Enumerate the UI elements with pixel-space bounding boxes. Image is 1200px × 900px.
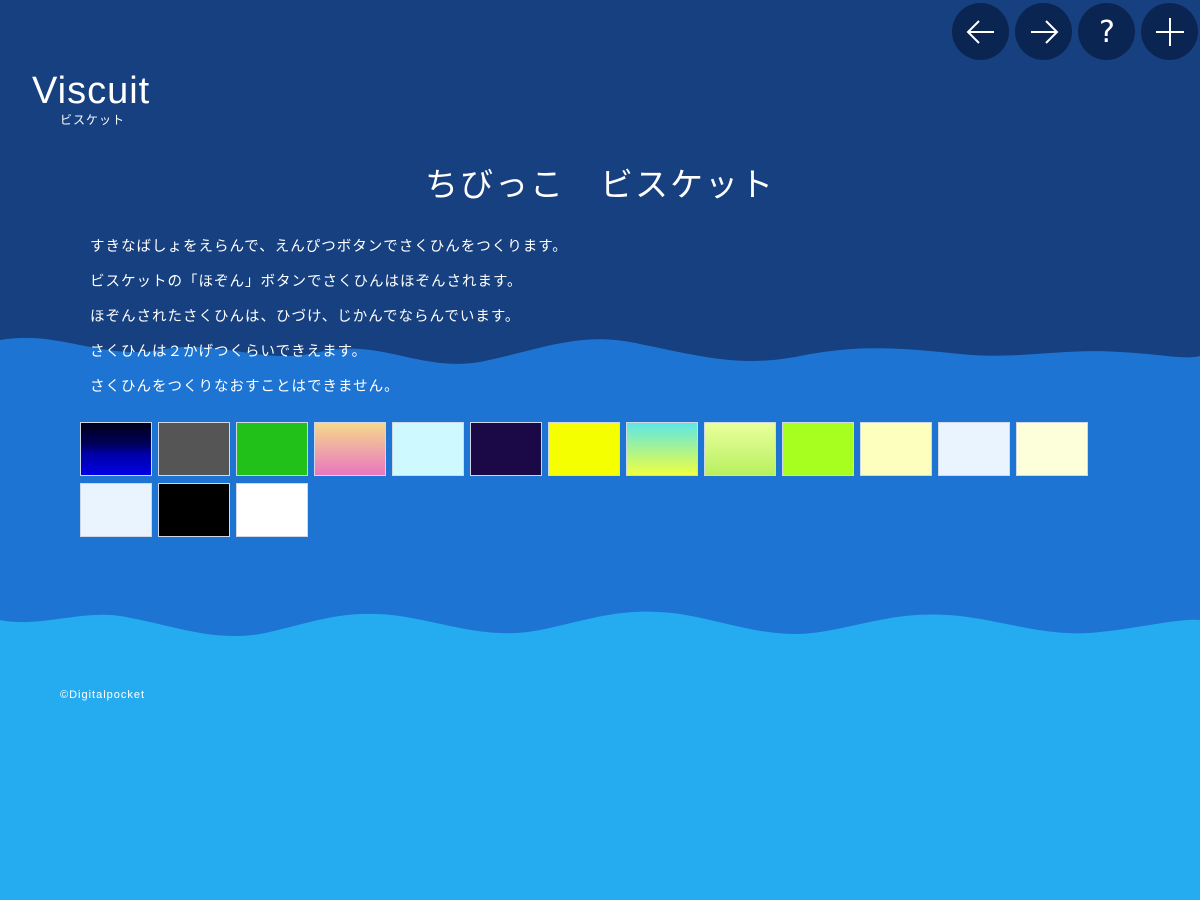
background-swatch[interactable] — [158, 483, 230, 537]
instruction-line: さくひんは２かげつくらいできえます。 — [90, 344, 368, 360]
background-swatch[interactable] — [80, 422, 152, 476]
forward-arrow-icon — [1030, 19, 1058, 44]
background-swatch[interactable] — [626, 422, 698, 476]
instruction-line: ほぞんされたさくひんは、ひづけ、じかんでならんでいます。 — [90, 309, 521, 325]
background-swatch[interactable] — [704, 422, 776, 476]
copyright: ©Digitalpocket — [60, 689, 146, 701]
page-title: ちびっこ ビスケット — [425, 165, 775, 204]
add-icon — [1155, 17, 1184, 46]
viscuit-logo: Viscuit ビスケット — [32, 70, 162, 128]
logo-subtitle: ビスケット — [60, 113, 126, 127]
help-button[interactable]: ? — [1078, 3, 1135, 60]
background-swatch[interactable] — [938, 422, 1010, 476]
background-swatch[interactable] — [470, 422, 542, 476]
background-picker — [80, 422, 1120, 537]
instruction-line: ビスケットの「ほぞん」ボタンでさくひんはほぞんされます。 — [90, 274, 523, 290]
background-swatch[interactable] — [236, 422, 308, 476]
background-swatch[interactable] — [80, 483, 152, 537]
background-swatch[interactable] — [860, 422, 932, 476]
background-swatch[interactable] — [392, 422, 464, 476]
top-right-toolbar: ? — [952, 3, 1198, 60]
background-swatch[interactable] — [158, 422, 230, 476]
instruction-line: すきなばしょをえらんで、えんぴつボタンでさくひんをつくります。 — [90, 239, 568, 255]
background-swatch[interactable] — [548, 422, 620, 476]
background-swatch[interactable] — [782, 422, 854, 476]
instructions: すきなばしょをえらんで、えんぴつボタンでさくひんをつくります。 ビスケットの「ほ… — [90, 230, 568, 405]
background-swatch[interactable] — [314, 422, 386, 476]
logo-title: Viscuit — [32, 70, 151, 112]
bottom-band — [0, 611, 1200, 900]
background-swatch[interactable] — [236, 483, 308, 537]
add-button[interactable] — [1141, 3, 1198, 60]
back-button[interactable] — [952, 3, 1009, 60]
back-arrow-icon — [966, 19, 994, 44]
instruction-line: さくひんをつくりなおすことはできません。 — [90, 379, 400, 395]
background-swatch[interactable] — [1016, 422, 1088, 476]
forward-button[interactable] — [1015, 3, 1072, 60]
svg-text:?: ? — [1099, 15, 1115, 49]
help-icon: ? — [1099, 15, 1115, 49]
